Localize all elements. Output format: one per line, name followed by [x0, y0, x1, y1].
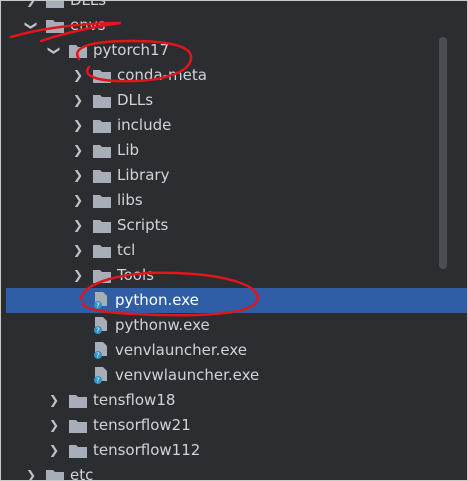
- chevron-down-icon[interactable]: ❯: [19, 19, 44, 33]
- folder-icon: [93, 169, 111, 183]
- tree-item-etc[interactable]: ❯ etc: [1, 463, 467, 481]
- tree-item-label: pytorch17: [93, 41, 170, 59]
- folder-icon: [93, 119, 111, 133]
- tree-item-label: python.exe: [115, 291, 199, 309]
- folder-icon: [46, 1, 64, 8]
- tree-item-label: venvlauncher.exe: [115, 341, 248, 359]
- chevron-right-icon[interactable]: ❯: [47, 388, 61, 413]
- folder-icon: [46, 19, 64, 33]
- tree-item-label: libs: [117, 191, 143, 209]
- unknown-file-icon: ?: [94, 367, 107, 385]
- tree-item-label: etc: [70, 466, 94, 481]
- chevron-down-icon[interactable]: ❯: [42, 44, 67, 58]
- tree-item-label: venvwlauncher.exe: [115, 366, 260, 384]
- tree-item-tensflow18[interactable]: ❯ tensflow18: [1, 388, 467, 413]
- chevron-right-icon[interactable]: ❯: [24, 1, 38, 13]
- tree-item-tensorflow112[interactable]: ❯ tensorflow112: [1, 438, 467, 463]
- chevron-right-icon[interactable]: ❯: [47, 413, 61, 438]
- folder-icon: [93, 194, 111, 208]
- chevron-right-icon[interactable]: ❯: [71, 263, 85, 288]
- tree-item-tools[interactable]: ❯ Tools: [1, 263, 467, 288]
- tree-item-venvlauncher-exe[interactable]: ? venvlauncher.exe: [1, 338, 467, 363]
- svg-text:?: ?: [96, 352, 100, 360]
- tree-item-label: Scripts: [117, 216, 169, 234]
- tree-item-tensorflow21[interactable]: ❯ tensorflow21: [1, 413, 467, 438]
- tree-item-include[interactable]: ❯ include: [1, 113, 467, 138]
- chevron-right-icon[interactable]: ❯: [71, 63, 85, 88]
- tree-item-conda-meta[interactable]: ❯ conda-meta: [1, 63, 467, 88]
- tree-item-label: Library: [117, 166, 170, 184]
- svg-text:?: ?: [96, 327, 100, 335]
- chevron-right-icon[interactable]: ❯: [71, 213, 85, 238]
- tree-item-label: tensorflow21: [93, 416, 191, 434]
- chevron-right-icon[interactable]: ❯: [71, 188, 85, 213]
- folder-icon: [69, 444, 87, 458]
- tree-item-python-exe[interactable]: ? python.exe: [6, 288, 467, 313]
- folder-icon: [69, 419, 87, 433]
- vertical-scrollbar[interactable]: [439, 37, 447, 269]
- tree-item-envs[interactable]: ❯ envs: [1, 13, 467, 38]
- tree-item-pythonw-exe[interactable]: ? pythonw.exe: [1, 313, 467, 338]
- tree-item-label: DLLs: [117, 91, 154, 109]
- tree-item-library[interactable]: ❯ Library: [1, 163, 467, 188]
- folder-icon: [93, 269, 111, 283]
- tree-item-tcl[interactable]: ❯ tcl: [1, 238, 467, 263]
- tree-item-label: DLLs: [70, 0, 107, 9]
- tree-item-lib[interactable]: ❯ Lib: [1, 138, 467, 163]
- chevron-right-icon[interactable]: ❯: [71, 238, 85, 263]
- chevron-right-icon[interactable]: ❯: [71, 113, 85, 138]
- tree-item-venvwlauncher-exe[interactable]: ? venvwlauncher.exe: [1, 363, 467, 388]
- folder-icon: [93, 94, 111, 108]
- tree-item-pytorch17[interactable]: ❯ pytorch17: [1, 38, 467, 63]
- svg-text:?: ?: [96, 302, 100, 310]
- folder-icon: [69, 44, 87, 58]
- chevron-right-icon[interactable]: ❯: [71, 163, 85, 188]
- tree-item-dlls-top[interactable]: ❯ DLLs: [1, 0, 467, 13]
- tree-item-scripts[interactable]: ❯ Scripts: [1, 213, 467, 238]
- tree-item-label: include: [117, 116, 172, 134]
- chevron-right-icon[interactable]: ❯: [71, 88, 85, 113]
- tree-item-libs[interactable]: ❯ libs: [1, 188, 467, 213]
- tree-item-label: tensorflow112: [93, 441, 201, 459]
- chevron-right-icon[interactable]: ❯: [47, 438, 61, 463]
- tree-item-label: envs: [70, 16, 106, 34]
- folder-icon: [93, 219, 111, 233]
- folder-icon: [93, 144, 111, 158]
- tree-item-label: Lib: [117, 141, 140, 159]
- chevron-right-icon[interactable]: ❯: [71, 138, 85, 163]
- unknown-file-icon: ?: [94, 317, 107, 335]
- folder-icon: [93, 69, 111, 83]
- unknown-file-icon: ?: [94, 292, 107, 310]
- folder-icon: [69, 394, 87, 408]
- tree-item-label: conda-meta: [117, 66, 207, 84]
- tree-item-label: pythonw.exe: [115, 316, 210, 334]
- tree-item-dlls[interactable]: ❯ DLLs: [1, 88, 467, 113]
- tree-item-label: tcl: [117, 241, 136, 259]
- tree-item-label: Tools: [117, 266, 154, 284]
- unknown-file-icon: ?: [94, 342, 107, 360]
- svg-text:?: ?: [96, 377, 100, 385]
- tree-item-label: tensflow18: [93, 391, 176, 409]
- folder-icon: [46, 469, 64, 480]
- chevron-right-icon[interactable]: ❯: [24, 463, 38, 480]
- project-tree-panel: ❯ DLLs ❯ envs ❯ pytorch17 ❯ conda-meta ❯…: [0, 0, 468, 481]
- folder-icon: [93, 244, 111, 258]
